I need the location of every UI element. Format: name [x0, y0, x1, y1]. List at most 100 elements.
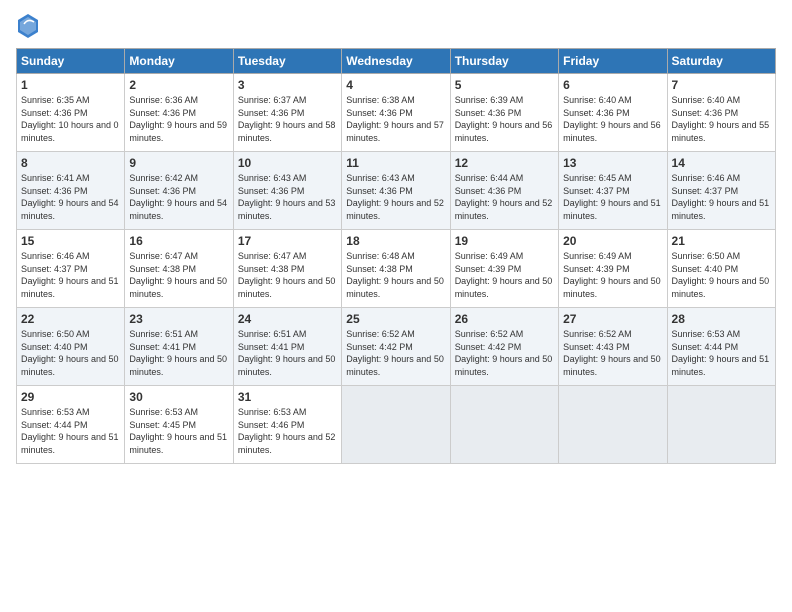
day-number: 13: [563, 156, 662, 170]
day-detail: Sunrise: 6:47 AMSunset: 4:38 PMDaylight:…: [129, 251, 227, 299]
logo-icon: [16, 12, 40, 40]
day-number: 3: [238, 78, 337, 92]
day-detail: Sunrise: 6:46 AMSunset: 4:37 PMDaylight:…: [21, 251, 119, 299]
calendar-cell: 20 Sunrise: 6:49 AMSunset: 4:39 PMDaylig…: [559, 230, 667, 308]
calendar-header-saturday: Saturday: [667, 49, 775, 74]
day-number: 7: [672, 78, 771, 92]
calendar-header-wednesday: Wednesday: [342, 49, 450, 74]
day-detail: Sunrise: 6:50 AMSunset: 4:40 PMDaylight:…: [21, 329, 119, 377]
day-number: 16: [129, 234, 228, 248]
day-detail: Sunrise: 6:49 AMSunset: 4:39 PMDaylight:…: [563, 251, 661, 299]
day-number: 31: [238, 390, 337, 404]
calendar-cell: 28 Sunrise: 6:53 AMSunset: 4:44 PMDaylig…: [667, 308, 775, 386]
calendar-cell: [559, 386, 667, 464]
calendar-cell: 5 Sunrise: 6:39 AMSunset: 4:36 PMDayligh…: [450, 74, 558, 152]
day-detail: Sunrise: 6:40 AMSunset: 4:36 PMDaylight:…: [672, 95, 770, 143]
day-detail: Sunrise: 6:46 AMSunset: 4:37 PMDaylight:…: [672, 173, 770, 221]
day-number: 19: [455, 234, 554, 248]
day-detail: Sunrise: 6:48 AMSunset: 4:38 PMDaylight:…: [346, 251, 444, 299]
day-detail: Sunrise: 6:47 AMSunset: 4:38 PMDaylight:…: [238, 251, 336, 299]
calendar-cell: 24 Sunrise: 6:51 AMSunset: 4:41 PMDaylig…: [233, 308, 341, 386]
day-detail: Sunrise: 6:40 AMSunset: 4:36 PMDaylight:…: [563, 95, 661, 143]
calendar-header-thursday: Thursday: [450, 49, 558, 74]
calendar-cell: [342, 386, 450, 464]
day-detail: Sunrise: 6:50 AMSunset: 4:40 PMDaylight:…: [672, 251, 770, 299]
day-number: 4: [346, 78, 445, 92]
day-detail: Sunrise: 6:53 AMSunset: 4:44 PMDaylight:…: [672, 329, 770, 377]
calendar-week-row: 29 Sunrise: 6:53 AMSunset: 4:44 PMDaylig…: [17, 386, 776, 464]
day-detail: Sunrise: 6:52 AMSunset: 4:42 PMDaylight:…: [346, 329, 444, 377]
day-detail: Sunrise: 6:53 AMSunset: 4:44 PMDaylight:…: [21, 407, 119, 455]
calendar-cell: [667, 386, 775, 464]
calendar-cell: 2 Sunrise: 6:36 AMSunset: 4:36 PMDayligh…: [125, 74, 233, 152]
day-number: 5: [455, 78, 554, 92]
calendar-cell: 7 Sunrise: 6:40 AMSunset: 4:36 PMDayligh…: [667, 74, 775, 152]
calendar-cell: 12 Sunrise: 6:44 AMSunset: 4:36 PMDaylig…: [450, 152, 558, 230]
day-detail: Sunrise: 6:49 AMSunset: 4:39 PMDaylight:…: [455, 251, 553, 299]
day-number: 1: [21, 78, 120, 92]
logo: [16, 12, 44, 40]
day-number: 14: [672, 156, 771, 170]
day-detail: Sunrise: 6:45 AMSunset: 4:37 PMDaylight:…: [563, 173, 661, 221]
day-detail: Sunrise: 6:36 AMSunset: 4:36 PMDaylight:…: [129, 95, 227, 143]
calendar-cell: 23 Sunrise: 6:51 AMSunset: 4:41 PMDaylig…: [125, 308, 233, 386]
day-number: 26: [455, 312, 554, 326]
calendar-cell: 17 Sunrise: 6:47 AMSunset: 4:38 PMDaylig…: [233, 230, 341, 308]
day-detail: Sunrise: 6:37 AMSunset: 4:36 PMDaylight:…: [238, 95, 336, 143]
day-number: 23: [129, 312, 228, 326]
calendar-cell: 11 Sunrise: 6:43 AMSunset: 4:36 PMDaylig…: [342, 152, 450, 230]
day-detail: Sunrise: 6:53 AMSunset: 4:46 PMDaylight:…: [238, 407, 336, 455]
day-number: 27: [563, 312, 662, 326]
calendar-table: SundayMondayTuesdayWednesdayThursdayFrid…: [16, 48, 776, 464]
day-number: 12: [455, 156, 554, 170]
day-detail: Sunrise: 6:43 AMSunset: 4:36 PMDaylight:…: [346, 173, 444, 221]
calendar-header-monday: Monday: [125, 49, 233, 74]
day-detail: Sunrise: 6:41 AMSunset: 4:36 PMDaylight:…: [21, 173, 119, 221]
calendar-cell: 19 Sunrise: 6:49 AMSunset: 4:39 PMDaylig…: [450, 230, 558, 308]
calendar-cell: 1 Sunrise: 6:35 AMSunset: 4:36 PMDayligh…: [17, 74, 125, 152]
calendar-cell: 18 Sunrise: 6:48 AMSunset: 4:38 PMDaylig…: [342, 230, 450, 308]
day-detail: Sunrise: 6:52 AMSunset: 4:43 PMDaylight:…: [563, 329, 661, 377]
day-detail: Sunrise: 6:35 AMSunset: 4:36 PMDaylight:…: [21, 95, 119, 143]
day-detail: Sunrise: 6:39 AMSunset: 4:36 PMDaylight:…: [455, 95, 553, 143]
calendar-cell: 16 Sunrise: 6:47 AMSunset: 4:38 PMDaylig…: [125, 230, 233, 308]
day-number: 2: [129, 78, 228, 92]
day-detail: Sunrise: 6:52 AMSunset: 4:42 PMDaylight:…: [455, 329, 553, 377]
calendar-cell: 26 Sunrise: 6:52 AMSunset: 4:42 PMDaylig…: [450, 308, 558, 386]
page-header: [16, 12, 776, 40]
calendar-cell: 6 Sunrise: 6:40 AMSunset: 4:36 PMDayligh…: [559, 74, 667, 152]
day-number: 22: [21, 312, 120, 326]
calendar-cell: 31 Sunrise: 6:53 AMSunset: 4:46 PMDaylig…: [233, 386, 341, 464]
calendar-header-tuesday: Tuesday: [233, 49, 341, 74]
day-number: 21: [672, 234, 771, 248]
day-number: 28: [672, 312, 771, 326]
day-number: 11: [346, 156, 445, 170]
day-number: 20: [563, 234, 662, 248]
day-detail: Sunrise: 6:51 AMSunset: 4:41 PMDaylight:…: [238, 329, 336, 377]
page-container: SundayMondayTuesdayWednesdayThursdayFrid…: [0, 0, 792, 612]
calendar-cell: 13 Sunrise: 6:45 AMSunset: 4:37 PMDaylig…: [559, 152, 667, 230]
calendar-cell: 15 Sunrise: 6:46 AMSunset: 4:37 PMDaylig…: [17, 230, 125, 308]
calendar-cell: 9 Sunrise: 6:42 AMSunset: 4:36 PMDayligh…: [125, 152, 233, 230]
calendar-cell: 25 Sunrise: 6:52 AMSunset: 4:42 PMDaylig…: [342, 308, 450, 386]
day-number: 25: [346, 312, 445, 326]
day-detail: Sunrise: 6:51 AMSunset: 4:41 PMDaylight:…: [129, 329, 227, 377]
calendar-week-row: 15 Sunrise: 6:46 AMSunset: 4:37 PMDaylig…: [17, 230, 776, 308]
day-detail: Sunrise: 6:42 AMSunset: 4:36 PMDaylight:…: [129, 173, 227, 221]
calendar-cell: 29 Sunrise: 6:53 AMSunset: 4:44 PMDaylig…: [17, 386, 125, 464]
calendar-week-row: 8 Sunrise: 6:41 AMSunset: 4:36 PMDayligh…: [17, 152, 776, 230]
day-number: 9: [129, 156, 228, 170]
calendar-cell: 10 Sunrise: 6:43 AMSunset: 4:36 PMDaylig…: [233, 152, 341, 230]
calendar-cell: 27 Sunrise: 6:52 AMSunset: 4:43 PMDaylig…: [559, 308, 667, 386]
calendar-cell: 3 Sunrise: 6:37 AMSunset: 4:36 PMDayligh…: [233, 74, 341, 152]
calendar-header-row: SundayMondayTuesdayWednesdayThursdayFrid…: [17, 49, 776, 74]
day-number: 24: [238, 312, 337, 326]
day-number: 6: [563, 78, 662, 92]
calendar-cell: 21 Sunrise: 6:50 AMSunset: 4:40 PMDaylig…: [667, 230, 775, 308]
calendar-cell: [450, 386, 558, 464]
day-number: 18: [346, 234, 445, 248]
day-detail: Sunrise: 6:38 AMSunset: 4:36 PMDaylight:…: [346, 95, 444, 143]
calendar-header-friday: Friday: [559, 49, 667, 74]
calendar-header-sunday: Sunday: [17, 49, 125, 74]
calendar-week-row: 1 Sunrise: 6:35 AMSunset: 4:36 PMDayligh…: [17, 74, 776, 152]
